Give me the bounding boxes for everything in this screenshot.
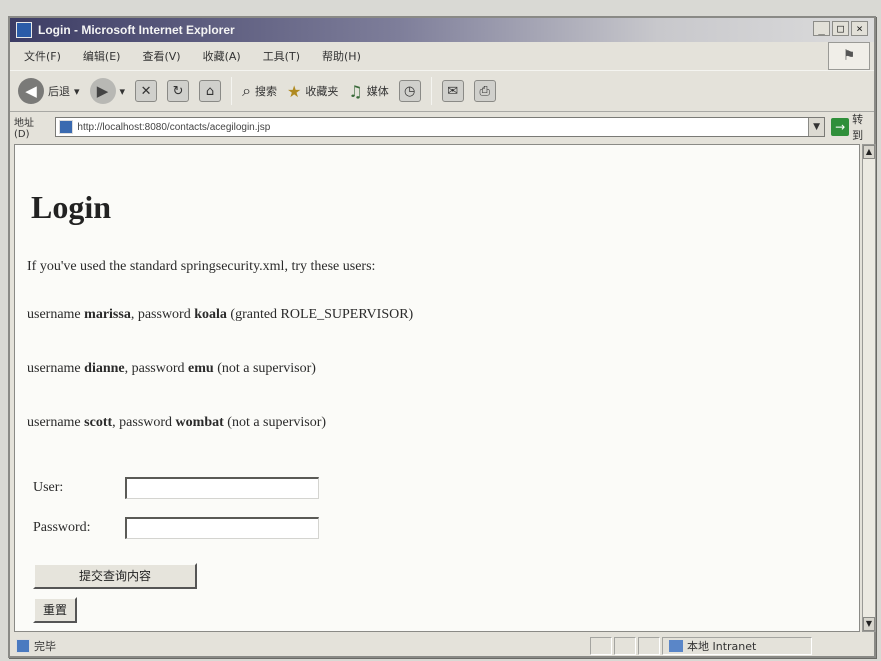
print-icon[interactable]: ⎙ <box>473 80 496 102</box>
hint-password: wombat <box>175 415 224 430</box>
home-icon[interactable]: ⌂ <box>199 80 222 102</box>
menu-tools[interactable]: 工具(T) <box>263 48 300 64</box>
vertical-scrollbar[interactable]: ▲ ▼ <box>862 144 876 632</box>
menu-file[interactable]: 文件(F) <box>24 48 61 64</box>
favorites-button[interactable]: ★ 收藏夹 <box>287 82 338 101</box>
go-label: 转到 <box>852 113 864 142</box>
status-cell <box>638 637 660 655</box>
menu-bar: 文件(F) 编辑(E) 查看(V) 收藏(A) 工具(T) 帮助(H) <box>10 44 874 68</box>
search-label: 搜索 <box>255 85 278 98</box>
address-label: 地址(D) <box>14 118 34 140</box>
status-cell <box>614 637 636 655</box>
page-done-icon <box>16 639 30 653</box>
address-dropdown-icon[interactable]: ▼ <box>808 118 825 136</box>
zone-label: 本地 Intranet <box>687 640 757 653</box>
hint-username: scott <box>84 415 113 430</box>
status-cell <box>590 637 612 655</box>
refresh-icon[interactable]: ↻ <box>167 80 190 102</box>
back-label: 后退 <box>48 85 70 98</box>
forward-arrow-icon: ▶ <box>89 78 116 104</box>
submit-button[interactable]: 提交查询内容 <box>33 563 197 589</box>
password-row: Password: <box>33 517 319 539</box>
minimize-button[interactable]: _ <box>813 21 830 36</box>
username-field[interactable] <box>125 477 319 499</box>
media-label: 媒体 <box>366 85 389 98</box>
search-button[interactable]: ⌕ 搜索 <box>242 81 277 101</box>
window-title: Login - Microsoft Internet Explorer <box>38 23 235 37</box>
user-hint-scott: username scott, password wombat (not a s… <box>27 415 327 430</box>
media-icon: ♫ <box>348 81 363 101</box>
reset-button[interactable]: 重置 <box>33 597 77 623</box>
password-label: Password: <box>33 520 91 535</box>
forward-button[interactable]: ▶ ▾ <box>89 78 126 104</box>
intro-text: If you've used the standard springsecuri… <box>27 259 376 274</box>
stop-icon[interactable]: ✕ <box>135 80 158 102</box>
address-url[interactable]: http://localhost:8080/contacts/acegilogi… <box>77 122 270 133</box>
ie-app-icon <box>16 22 32 38</box>
address-bar: 地址(D) http://localhost:8080/contacts/ace… <box>10 111 874 143</box>
security-zone: 本地 Intranet <box>662 637 812 655</box>
menu-view[interactable]: 查看(V) <box>142 48 180 64</box>
user-hint-marissa: username marissa, password koala (grante… <box>27 307 414 322</box>
back-dropdown-icon[interactable]: ▾ <box>74 85 80 98</box>
back-arrow-icon: ◀ <box>18 78 44 104</box>
status-text: 完毕 <box>34 640 56 653</box>
forward-dropdown-icon[interactable]: ▾ <box>120 85 126 98</box>
go-arrow-icon: → <box>831 118 850 136</box>
user-hint-dianne: username dianne, password emu (not a sup… <box>27 361 316 376</box>
page-icon <box>59 120 74 134</box>
menu-edit[interactable]: 编辑(E) <box>83 48 121 64</box>
toolbar-separator <box>231 77 233 105</box>
media-button[interactable]: ♫ 媒体 <box>348 82 388 101</box>
page-content: Login If you've used the standard spring… <box>14 144 860 632</box>
title-bar[interactable]: Login - Microsoft Internet Explorer _ □ … <box>10 18 874 42</box>
status-text-area: 完毕 <box>10 638 590 654</box>
hint-username: marissa <box>84 307 131 322</box>
history-icon[interactable]: ◷ <box>398 80 421 102</box>
password-field[interactable] <box>125 517 319 539</box>
scroll-down-icon[interactable]: ▼ <box>863 617 875 631</box>
user-label: User: <box>33 480 64 495</box>
star-icon: ★ <box>287 81 302 101</box>
go-button[interactable]: → 转到 <box>831 111 874 143</box>
status-bar: 完毕 本地 Intranet <box>10 636 874 656</box>
toolbar: ◀ 后退 ▾ ▶ ▾ ✕ ↻ ⌂ ⌕ 搜索 ★ 收藏夹 ♫ 媒体 ◷ ✉ ⎙ <box>10 70 874 112</box>
hint-password: koala <box>194 307 227 322</box>
intranet-icon <box>669 640 683 652</box>
user-row: User: <box>33 477 319 499</box>
search-icon: ⌕ <box>242 81 252 100</box>
mail-icon[interactable]: ✉ <box>441 80 464 102</box>
hint-password: emu <box>188 361 214 376</box>
address-input[interactable]: http://localhost:8080/contacts/acegilogi… <box>55 117 826 137</box>
browser-window: Login - Microsoft Internet Explorer _ □ … <box>8 16 876 658</box>
maximize-button[interactable]: □ <box>832 21 849 36</box>
back-button[interactable]: ◀ 后退 ▾ <box>18 78 80 104</box>
windows-logo-icon: ⚑ <box>828 42 870 70</box>
hint-username: dianne <box>84 361 125 376</box>
favorites-label: 收藏夹 <box>305 85 339 98</box>
scroll-up-icon[interactable]: ▲ <box>863 145 875 159</box>
menu-help[interactable]: 帮助(H) <box>322 48 361 64</box>
page-title: Login <box>31 189 112 225</box>
toolbar-separator <box>430 77 432 105</box>
close-button[interactable]: × <box>851 21 868 36</box>
menu-favorites[interactable]: 收藏(A) <box>203 48 241 64</box>
